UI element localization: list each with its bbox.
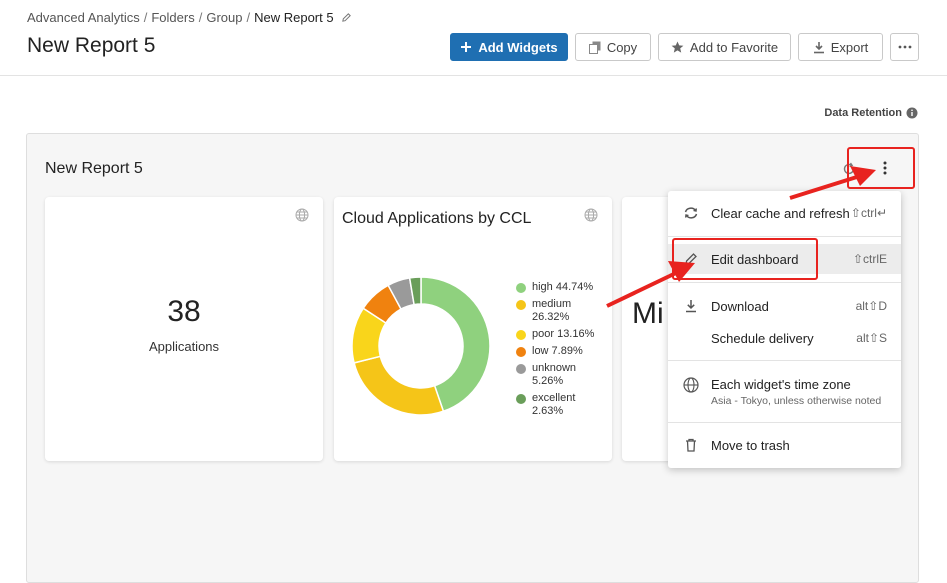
legend-item[interactable]: high 44.74% (516, 281, 594, 294)
legend-swatch (516, 364, 526, 374)
menu-shortcut: ⇧ctrlE (852, 252, 887, 266)
menu-label: Each widget's time zone (711, 377, 851, 392)
trash-icon (683, 437, 699, 453)
legend-item[interactable]: excellent 2.63% (516, 392, 594, 418)
menu-item-download[interactable]: Download alt⇧D (668, 292, 901, 320)
ellipsis-icon (898, 45, 911, 49)
menu-divider (668, 236, 901, 237)
dashboard-actions-menu: Clear cache and refresh ⇧ctrl↵ Edit dash… (668, 191, 901, 468)
legend-label: poor 13.16% (532, 328, 595, 340)
breadcrumb-current: New Report 5 (254, 10, 334, 25)
info-icon (906, 107, 918, 119)
globe-icon (683, 377, 699, 393)
legend-label: unknown 5.26% (532, 362, 577, 387)
menu-sublabel: Asia - Tokyo, unless otherwise noted (711, 395, 882, 407)
menu-divider (668, 422, 901, 423)
widget-partial-text: Mi (632, 297, 664, 330)
menu-item-move-to-trash[interactable]: Move to trash (668, 431, 901, 459)
breadcrumb-separator: / (143, 10, 148, 25)
breadcrumb-item-folders[interactable]: Folders (151, 10, 194, 25)
applications-count: 38 (167, 295, 201, 328)
legend-label: medium 26.32% (532, 298, 572, 323)
applications-label: Applications (148, 339, 220, 354)
legend-item[interactable]: unknown 5.26% (516, 362, 594, 388)
copy-icon (588, 41, 601, 54)
donut-chart (351, 276, 491, 416)
menu-item-schedule-delivery[interactable]: Schedule delivery alt⇧S (668, 324, 901, 352)
legend-label: high 44.74% (532, 281, 594, 293)
add-widgets-button[interactable]: Add Widgets (450, 33, 568, 61)
refresh-icon (683, 205, 699, 221)
menu-shortcut: ⇧ctrl↵ (850, 206, 887, 220)
widget-title: Cloud Applications by CCL (342, 210, 532, 227)
legend-item[interactable]: low 7.89% (516, 345, 594, 358)
cloud-apps-widget: Cloud Applications by CCL high 44.74% me… (334, 197, 612, 461)
plus-icon (461, 42, 472, 52)
more-options-button[interactable] (890, 33, 919, 61)
menu-label: Download (711, 298, 769, 314)
globe-icon[interactable] (295, 208, 309, 222)
annotation-highlight-kebab (847, 147, 915, 189)
menu-label: Schedule delivery (711, 330, 814, 346)
star-icon (671, 41, 684, 53)
breadcrumb-item-group[interactable]: Group (206, 10, 242, 25)
annotation-highlight-edit (672, 238, 818, 280)
legend-swatch (516, 283, 526, 293)
top-bar: Advanced Analytics / Folders / Group / N… (0, 0, 947, 76)
copy-label: Copy (606, 39, 638, 55)
globe-icon[interactable] (584, 208, 598, 222)
breadcrumb-separator: / (246, 10, 251, 25)
add-to-favorite-button[interactable]: Add to Favorite (658, 33, 791, 61)
menu-shortcut: alt⇧D (855, 299, 887, 313)
favorite-label: Add to Favorite (689, 39, 779, 55)
export-button[interactable]: Export (798, 33, 883, 61)
applications-widget: 38 Applications (45, 197, 323, 461)
chart-legend: high 44.74% medium 26.32% poor 13.16% low… (516, 281, 594, 422)
legend-swatch (516, 347, 526, 357)
add-widgets-label: Add Widgets (478, 39, 558, 55)
page-title: New Report 5 (27, 34, 156, 57)
copy-button[interactable]: Copy (575, 33, 651, 61)
legend-label: low 7.89% (532, 345, 583, 357)
breadcrumb-item-advanced-analytics[interactable]: Advanced Analytics (27, 10, 140, 25)
legend-label: excellent 2.63% (532, 392, 576, 417)
menu-shortcut: alt⇧S (856, 331, 887, 345)
dashboard-title: New Report 5 (45, 160, 143, 177)
legend-item[interactable]: poor 13.16% (516, 328, 594, 341)
download-icon (683, 298, 699, 314)
donut-slice-medium[interactable] (353, 355, 445, 416)
legend-swatch (516, 330, 526, 340)
legend-item[interactable]: medium 26.32% (516, 298, 594, 324)
data-retention[interactable]: Data Retention (824, 107, 918, 119)
export-label: Export (830, 39, 869, 55)
breadcrumb: Advanced Analytics / Folders / Group / N… (27, 10, 352, 25)
rename-pencil-icon[interactable] (341, 12, 352, 23)
breadcrumb-separator: / (198, 10, 203, 25)
legend-swatch (516, 394, 526, 404)
menu-item-time-zone[interactable]: Each widget's time zone Asia - Tokyo, un… (668, 368, 901, 412)
data-retention-label: Data Retention (824, 107, 902, 119)
menu-divider (668, 282, 901, 283)
menu-item-clear-cache[interactable]: Clear cache and refresh ⇧ctrl↵ (668, 199, 901, 227)
legend-swatch (516, 300, 526, 310)
menu-divider (668, 360, 901, 361)
menu-label: Clear cache and refresh (711, 205, 850, 221)
menu-label: Move to trash (711, 437, 790, 453)
download-icon (813, 41, 824, 53)
